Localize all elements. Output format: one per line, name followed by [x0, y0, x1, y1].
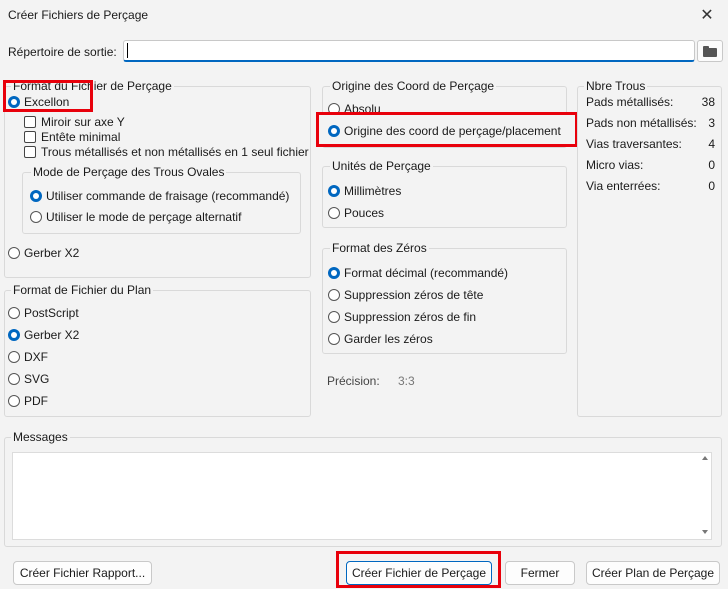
zeros-title: Format des Zéros	[330, 241, 429, 255]
create-map-button[interactable]: Créer Plan de Perçage	[586, 561, 720, 585]
merge-pth-npth-checkbox[interactable]	[24, 146, 36, 158]
minimal-header-label: Entête minimal	[41, 130, 121, 144]
npth-pads-label: Pads non métallisés:	[586, 116, 697, 130]
minimal-header-checkbox[interactable]	[24, 131, 36, 143]
output-dir-label: Répertoire de sortie:	[8, 45, 117, 59]
units-title: Unités de Perçage	[330, 159, 433, 173]
mirror-y-checkbox[interactable]	[24, 116, 36, 128]
units-inches-radio[interactable]	[328, 207, 340, 219]
excellon-label: Excellon	[24, 95, 70, 109]
zeros-trailing-label: Suppression zéros de fin	[344, 310, 477, 324]
micro-vias-label: Micro vias:	[586, 158, 644, 172]
map-pdf-radio[interactable]	[8, 395, 20, 407]
micro-vias-value: 0	[708, 158, 715, 172]
route-cmd-label: Utiliser commande de fraisage (recommand…	[46, 189, 290, 203]
map-pdf-label: PDF	[24, 394, 48, 408]
units-mm-radio[interactable]	[328, 185, 340, 197]
origin-title: Origine des Coord de Perçage	[330, 79, 497, 93]
route-cmd-radio[interactable]	[30, 190, 42, 202]
npth-pads-value: 3	[708, 116, 715, 130]
through-vias-value: 4	[708, 137, 715, 151]
generate-drill-button[interactable]: Créer Fichier de Perçage	[346, 561, 492, 585]
scroll-down-icon[interactable]	[702, 530, 708, 534]
zeros-leading-label: Suppression zéros de tête	[344, 288, 484, 302]
units-mm-label: Millimètres	[344, 184, 402, 198]
origin-aux-radio[interactable]	[328, 125, 340, 137]
units-inches-label: Pouces	[344, 206, 385, 220]
create-report-button[interactable]: Créer Fichier Rapport...	[13, 561, 152, 585]
zeros-decimal-label: Format décimal (recommandé)	[344, 266, 509, 280]
oval-mode-group	[22, 172, 301, 234]
window-title: Créer Fichiers de Perçage	[8, 8, 149, 22]
browse-folder-button[interactable]	[697, 40, 723, 62]
oval-mode-title: Mode de Perçage des Trous Ovales	[31, 165, 227, 179]
map-dxf-label: DXF	[24, 350, 48, 364]
holes-group	[577, 86, 722, 417]
output-dir-input[interactable]	[123, 40, 695, 62]
plated-pads-label: Pads métallisés:	[586, 95, 674, 109]
alt-mode-radio[interactable]	[30, 211, 42, 223]
map-gerber-x2-radio[interactable]	[8, 329, 20, 341]
map-svg-radio[interactable]	[8, 373, 20, 385]
merge-pth-npth-label: Trous métallisés et non métallisés en 1 …	[41, 145, 309, 159]
map-dxf-radio[interactable]	[8, 351, 20, 363]
zeros-decimal-radio[interactable]	[328, 267, 340, 279]
precision-value: 3:3	[398, 374, 415, 388]
map-svg-label: SVG	[24, 372, 50, 386]
holes-title: Nbre Trous	[584, 79, 648, 93]
text-caret	[127, 43, 128, 58]
zeros-keep-radio[interactable]	[328, 333, 340, 345]
scroll-up-icon[interactable]	[702, 456, 708, 460]
precision-label: Précision:	[327, 374, 380, 388]
messages-scrollbar[interactable]	[700, 453, 711, 539]
map-gerber-x2-label: Gerber X2	[24, 328, 80, 342]
origin-aux-label: Origine des coord de perçage/placement	[344, 124, 561, 138]
map-postscript-label: PostScript	[24, 306, 79, 320]
gerber-x2-drill-radio[interactable]	[8, 247, 20, 259]
messages-title: Messages	[11, 430, 70, 444]
buried-vias-value: 0	[708, 179, 715, 193]
excellon-radio[interactable]	[8, 96, 20, 108]
buried-vias-label: Via enterrées:	[586, 179, 661, 193]
messages-panel[interactable]	[12, 452, 712, 540]
close-button[interactable]: Fermer	[505, 561, 575, 585]
alt-mode-label: Utiliser le mode de perçage alternatif	[46, 210, 242, 224]
map-format-title: Format de Fichier du Plan	[11, 283, 154, 297]
mirror-y-label: Miroir sur axe Y	[41, 115, 125, 129]
zeros-leading-radio[interactable]	[328, 289, 340, 301]
zeros-keep-label: Garder les zéros	[344, 332, 433, 346]
gerber-x2-drill-label: Gerber X2	[24, 246, 80, 260]
map-postscript-radio[interactable]	[8, 307, 20, 319]
zeros-trailing-radio[interactable]	[328, 311, 340, 323]
close-icon[interactable]: ✕	[698, 5, 716, 25]
through-vias-label: Vias traversantes:	[586, 137, 682, 151]
plated-pads-value: 38	[701, 95, 715, 109]
